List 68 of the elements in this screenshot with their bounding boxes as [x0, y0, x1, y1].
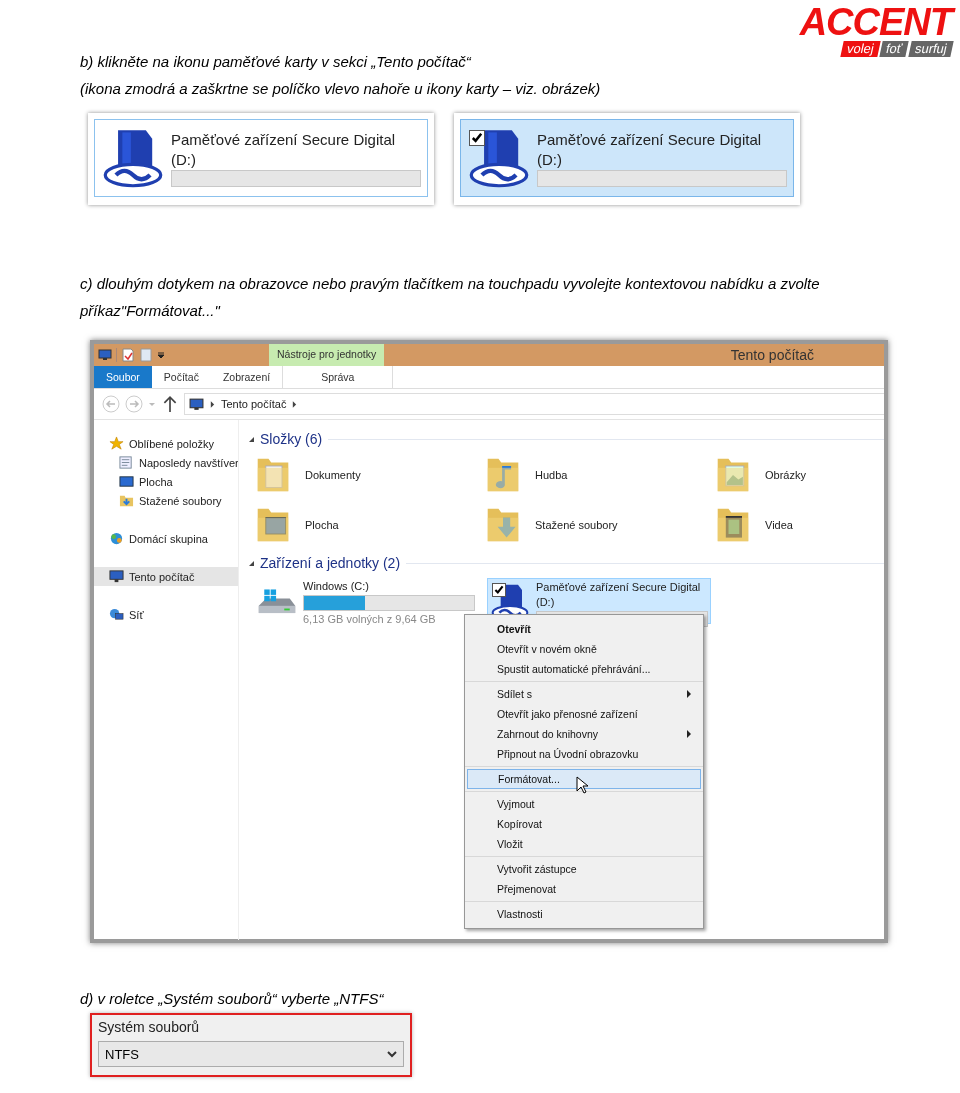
cursor-icon: [576, 776, 588, 794]
nav-item[interactable]: Síť: [94, 605, 238, 624]
recent-places-icon: [119, 455, 134, 470]
computer-icon[interactable]: [98, 348, 112, 362]
contextual-tab-header: Nástroje pro jednotky: [269, 344, 385, 366]
menu-item[interactable]: Spustit automatické přehrávání...: [467, 659, 701, 679]
drive-name: Paměťové zařízení Secure Digital: [536, 581, 702, 594]
folder-item[interactable]: Dokumenty: [255, 452, 485, 498]
folder-item[interactable]: Obrázky: [715, 452, 884, 498]
nav-item[interactable]: Naposledy navštíver: [94, 453, 238, 472]
nav-item[interactable]: Stažené soubory: [94, 491, 238, 510]
menu-item[interactable]: Otevřít v novém okně: [467, 639, 701, 659]
collapse-icon[interactable]: [249, 436, 254, 442]
breadcrumb[interactable]: Tento počítač: [221, 398, 287, 410]
drive-letter: (D:): [536, 596, 556, 609]
group-header[interactable]: Složky (6): [260, 431, 323, 447]
computer-icon: [109, 569, 124, 584]
homegroup-icon: [109, 531, 124, 546]
folder-item[interactable]: Stažené soubory: [485, 502, 715, 548]
chevron-icon[interactable]: [210, 400, 215, 408]
nav-item[interactable]: Tento počítač: [94, 567, 238, 586]
menu-item[interactable]: Přejmenovat: [467, 879, 701, 899]
ribbon-tab[interactable]: Soubor: [94, 366, 152, 388]
folder-item[interactable]: Plocha: [255, 502, 485, 548]
network-icon: [109, 607, 124, 622]
drive-name: Paměťové zařízení Secure Digital: [171, 129, 397, 150]
menu-item[interactable]: Vlastnosti: [467, 904, 701, 924]
file-system-dropdown[interactable]: NTFS: [98, 1041, 404, 1067]
star-icon: [109, 436, 124, 451]
dropdown-icon[interactable]: [157, 351, 165, 359]
address-bar[interactable]: Tento počítač: [184, 393, 884, 415]
drive-name: Paměťové zařízení Secure Digital: [537, 129, 763, 150]
folder-item[interactable]: Videa: [715, 502, 884, 548]
group-header[interactable]: Zařízení a jednotky (2): [260, 555, 401, 571]
checkbox[interactable]: [492, 583, 506, 597]
computer-icon: [189, 397, 204, 411]
ribbon-tab[interactable]: Správa: [282, 366, 394, 388]
instruction-text: c) dlouhým dotykem na obrazovce nebo pravým tlačítkem na touchpadu vyvolejte kontextovou nabídku a zvolte příkaz"Formátovat...": [78, 274, 821, 321]
window-title: Tento počítač: [730, 347, 815, 363]
drive-name: Windows (C:): [303, 580, 370, 593]
properties-icon[interactable]: [121, 348, 135, 362]
menu-item[interactable]: Vyjmout: [467, 794, 701, 814]
nav-item[interactable]: Domácí skupina: [94, 529, 238, 548]
instruction-text: d) v roletce „Systém souborů“ vyberte „NTFS“: [79, 989, 385, 1009]
menu-item[interactable]: Kopírovat: [467, 814, 701, 834]
caret-icon: [387, 1050, 397, 1058]
folder-item[interactable]: Hudba: [485, 452, 715, 498]
menu-item[interactable]: Sdílet s: [467, 684, 701, 704]
up-button[interactable]: [161, 395, 179, 413]
menu-item[interactable]: Vytvořit zástupce: [467, 859, 701, 879]
instruction-text: b) klikněte na ikonu paměťové karty v sekci „Tento počítač“ (ikona zmodrá a zaškrtne se políčko vlevo nahoře u ikony karty – viz. obrázek): [80, 52, 601, 99]
free-space-text: 6,13 GB volných z 9,64 GB: [303, 613, 437, 625]
menu-item[interactable]: Zahrnout do knihovny: [467, 724, 701, 744]
collapse-icon[interactable]: [249, 560, 254, 566]
menu-item[interactable]: Vložit: [467, 834, 701, 854]
checkbox[interactable]: [469, 130, 485, 146]
menu-item[interactable]: Otevřít jako přenosné zařízení: [467, 704, 701, 724]
nav-item[interactable]: Plocha: [94, 472, 238, 491]
field-label: Systém souborů: [98, 1019, 201, 1035]
drive-letter: (D:): [171, 149, 197, 170]
nav-item[interactable]: Oblíbené položky: [94, 434, 238, 453]
drive-letter: (D:): [537, 149, 563, 170]
desktop-icon: [119, 474, 134, 489]
drive-tile[interactable]: Paměťové zařízení Secure Digital (D:): [460, 119, 794, 197]
menu-item[interactable]: Připnout na Úvodní obrazovku: [467, 744, 701, 764]
downloads-folder-icon: [119, 493, 134, 508]
drive-tile[interactable]: Paměťové zařízení Secure Digital (D:): [94, 119, 428, 197]
chevron-icon[interactable]: [292, 400, 298, 408]
